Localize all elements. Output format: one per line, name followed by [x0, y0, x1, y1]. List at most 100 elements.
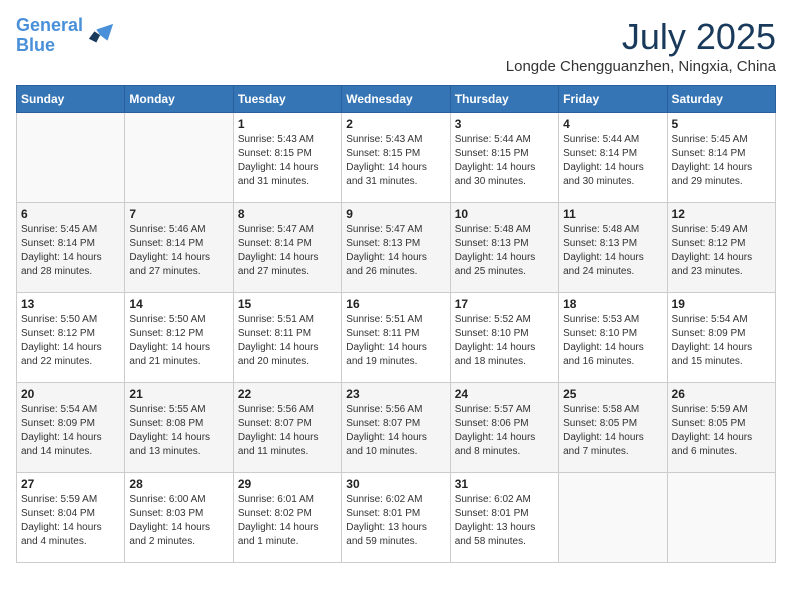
day-number: 21 [129, 387, 228, 401]
calendar-cell: 25 Sunrise: 5:58 AM Sunset: 8:05 PM Dayli… [559, 383, 667, 473]
day-info: Sunrise: 5:52 AM Sunset: 8:10 PM Dayligh… [455, 313, 554, 369]
day-info: Sunrise: 5:44 AM Sunset: 8:15 PM Dayligh… [455, 133, 554, 189]
day-number: 27 [21, 477, 120, 491]
day-number: 5 [672, 117, 771, 131]
calendar-week-1: 1Sunrise: 5:43 AM Sunset: 8:15 PM Daylig… [17, 113, 776, 203]
calendar-cell [667, 473, 775, 563]
calendar-cell: 26 Sunrise: 5:59 AM Sunset: 8:05 PM Dayli… [667, 383, 775, 473]
day-info: Sunrise: 5:48 AM Sunset: 8:13 PM Dayligh… [563, 223, 662, 279]
weekday-tuesday: Tuesday [233, 86, 341, 113]
logo-icon [87, 22, 115, 50]
day-number: 29 [238, 477, 337, 491]
calendar-cell: 16 Sunrise: 5:51 AM Sunset: 8:11 PM Dayli… [342, 293, 450, 383]
day-number: 15 [238, 297, 337, 311]
day-info: Sunrise: 5:57 AM Sunset: 8:06 PM Dayligh… [455, 403, 554, 459]
calendar-cell: 10Sunrise: 5:48 AM Sunset: 8:13 PM Dayli… [450, 203, 558, 293]
day-number: 7 [129, 207, 228, 221]
weekday-thursday: Thursday [450, 86, 558, 113]
day-info: Sunrise: 5:51 AM Sunset: 8:11 PM Dayligh… [238, 313, 337, 369]
weekday-saturday: Saturday [667, 86, 775, 113]
weekday-friday: Friday [559, 86, 667, 113]
weekday-sunday: Sunday [17, 86, 125, 113]
day-info: Sunrise: 6:01 AM Sunset: 8:02 PM Dayligh… [238, 493, 337, 549]
day-info: Sunrise: 5:53 AM Sunset: 8:10 PM Dayligh… [563, 313, 662, 369]
day-info: Sunrise: 5:50 AM Sunset: 8:12 PM Dayligh… [129, 313, 228, 369]
day-number: 9 [346, 207, 445, 221]
calendar-cell: 30 Sunrise: 6:02 AM Sunset: 8:01 PM Dayli… [342, 473, 450, 563]
calendar-cell: 23 Sunrise: 5:56 AM Sunset: 8:07 PM Dayli… [342, 383, 450, 473]
calendar-cell: 2 Sunrise: 5:43 AM Sunset: 8:15 PM Daylig… [342, 113, 450, 203]
day-info: Sunrise: 5:46 AM Sunset: 8:14 PM Dayligh… [129, 223, 228, 279]
day-number: 17 [455, 297, 554, 311]
calendar-cell: 9 Sunrise: 5:47 AM Sunset: 8:13 PM Daylig… [342, 203, 450, 293]
calendar-cell: 24Sunrise: 5:57 AM Sunset: 8:06 PM Dayli… [450, 383, 558, 473]
calendar-table: SundayMondayTuesdayWednesdayThursdayFrid… [16, 85, 776, 563]
calendar-cell: 15 Sunrise: 5:51 AM Sunset: 8:11 PM Dayli… [233, 293, 341, 383]
day-info: Sunrise: 5:55 AM Sunset: 8:08 PM Dayligh… [129, 403, 228, 459]
calendar-cell: 29 Sunrise: 6:01 AM Sunset: 8:02 PM Dayli… [233, 473, 341, 563]
calendar-week-2: 6 Sunrise: 5:45 AM Sunset: 8:14 PM Daylig… [17, 203, 776, 293]
logo-text: General Blue [16, 16, 83, 56]
calendar-cell: 13Sunrise: 5:50 AM Sunset: 8:12 PM Dayli… [17, 293, 125, 383]
day-number: 14 [129, 297, 228, 311]
calendar-cell: 20Sunrise: 5:54 AM Sunset: 8:09 PM Dayli… [17, 383, 125, 473]
calendar-cell: 8Sunrise: 5:47 AM Sunset: 8:14 PM Daylig… [233, 203, 341, 293]
day-info: Sunrise: 5:43 AM Sunset: 8:15 PM Dayligh… [238, 133, 337, 189]
day-info: Sunrise: 5:45 AM Sunset: 8:14 PM Dayligh… [21, 223, 120, 279]
day-number: 19 [672, 297, 771, 311]
day-info: Sunrise: 5:43 AM Sunset: 8:15 PM Dayligh… [346, 133, 445, 189]
day-info: Sunrise: 5:58 AM Sunset: 8:05 PM Dayligh… [563, 403, 662, 459]
weekday-header-row: SundayMondayTuesdayWednesdayThursdayFrid… [17, 86, 776, 113]
day-number: 4 [563, 117, 662, 131]
calendar-week-3: 13Sunrise: 5:50 AM Sunset: 8:12 PM Dayli… [17, 293, 776, 383]
day-info: Sunrise: 5:47 AM Sunset: 8:13 PM Dayligh… [346, 223, 445, 279]
calendar-body: 1Sunrise: 5:43 AM Sunset: 8:15 PM Daylig… [17, 113, 776, 563]
day-number: 6 [21, 207, 120, 221]
day-info: Sunrise: 5:51 AM Sunset: 8:11 PM Dayligh… [346, 313, 445, 369]
calendar-cell: 14 Sunrise: 5:50 AM Sunset: 8:12 PM Dayli… [125, 293, 233, 383]
day-number: 3 [455, 117, 554, 131]
day-number: 28 [129, 477, 228, 491]
day-number: 16 [346, 297, 445, 311]
day-number: 30 [346, 477, 445, 491]
page-header: General Blue July 2025 Longde Chengguanz… [16, 16, 776, 75]
day-info: Sunrise: 6:02 AM Sunset: 8:01 PM Dayligh… [346, 493, 445, 549]
day-number: 11 [563, 207, 662, 221]
day-number: 18 [563, 297, 662, 311]
day-number: 20 [21, 387, 120, 401]
calendar-cell: 6 Sunrise: 5:45 AM Sunset: 8:14 PM Daylig… [17, 203, 125, 293]
calendar-cell: 27 Sunrise: 5:59 AM Sunset: 8:04 PM Dayli… [17, 473, 125, 563]
logo: General Blue [16, 16, 115, 56]
day-info: Sunrise: 5:44 AM Sunset: 8:14 PM Dayligh… [563, 133, 662, 189]
day-number: 12 [672, 207, 771, 221]
calendar-cell: 5Sunrise: 5:45 AM Sunset: 8:14 PM Daylig… [667, 113, 775, 203]
day-info: Sunrise: 5:54 AM Sunset: 8:09 PM Dayligh… [672, 313, 771, 369]
month-title: July 2025 [506, 16, 776, 58]
day-info: Sunrise: 5:49 AM Sunset: 8:12 PM Dayligh… [672, 223, 771, 279]
calendar-cell [17, 113, 125, 203]
weekday-wednesday: Wednesday [342, 86, 450, 113]
day-number: 25 [563, 387, 662, 401]
day-number: 22 [238, 387, 337, 401]
calendar-cell: 31 Sunrise: 6:02 AM Sunset: 8:01 PM Dayli… [450, 473, 558, 563]
calendar-cell: 4 Sunrise: 5:44 AM Sunset: 8:14 PM Daylig… [559, 113, 667, 203]
calendar-week-4: 20Sunrise: 5:54 AM Sunset: 8:09 PM Dayli… [17, 383, 776, 473]
calendar-cell: 3 Sunrise: 5:44 AM Sunset: 8:15 PM Daylig… [450, 113, 558, 203]
day-number: 31 [455, 477, 554, 491]
day-info: Sunrise: 6:00 AM Sunset: 8:03 PM Dayligh… [129, 493, 228, 549]
calendar-cell [559, 473, 667, 563]
day-number: 23 [346, 387, 445, 401]
calendar-week-5: 27 Sunrise: 5:59 AM Sunset: 8:04 PM Dayli… [17, 473, 776, 563]
calendar-cell [125, 113, 233, 203]
day-info: Sunrise: 5:59 AM Sunset: 8:04 PM Dayligh… [21, 493, 120, 549]
calendar-cell: 18 Sunrise: 5:53 AM Sunset: 8:10 PM Dayli… [559, 293, 667, 383]
day-number: 26 [672, 387, 771, 401]
calendar-cell: 1Sunrise: 5:43 AM Sunset: 8:15 PM Daylig… [233, 113, 341, 203]
day-info: Sunrise: 5:50 AM Sunset: 8:12 PM Dayligh… [21, 313, 120, 369]
day-number: 2 [346, 117, 445, 131]
day-info: Sunrise: 5:59 AM Sunset: 8:05 PM Dayligh… [672, 403, 771, 459]
calendar-cell: 19 Sunrise: 5:54 AM Sunset: 8:09 PM Dayli… [667, 293, 775, 383]
day-info: Sunrise: 5:56 AM Sunset: 8:07 PM Dayligh… [346, 403, 445, 459]
day-info: Sunrise: 6:02 AM Sunset: 8:01 PM Dayligh… [455, 493, 554, 549]
day-info: Sunrise: 5:48 AM Sunset: 8:13 PM Dayligh… [455, 223, 554, 279]
